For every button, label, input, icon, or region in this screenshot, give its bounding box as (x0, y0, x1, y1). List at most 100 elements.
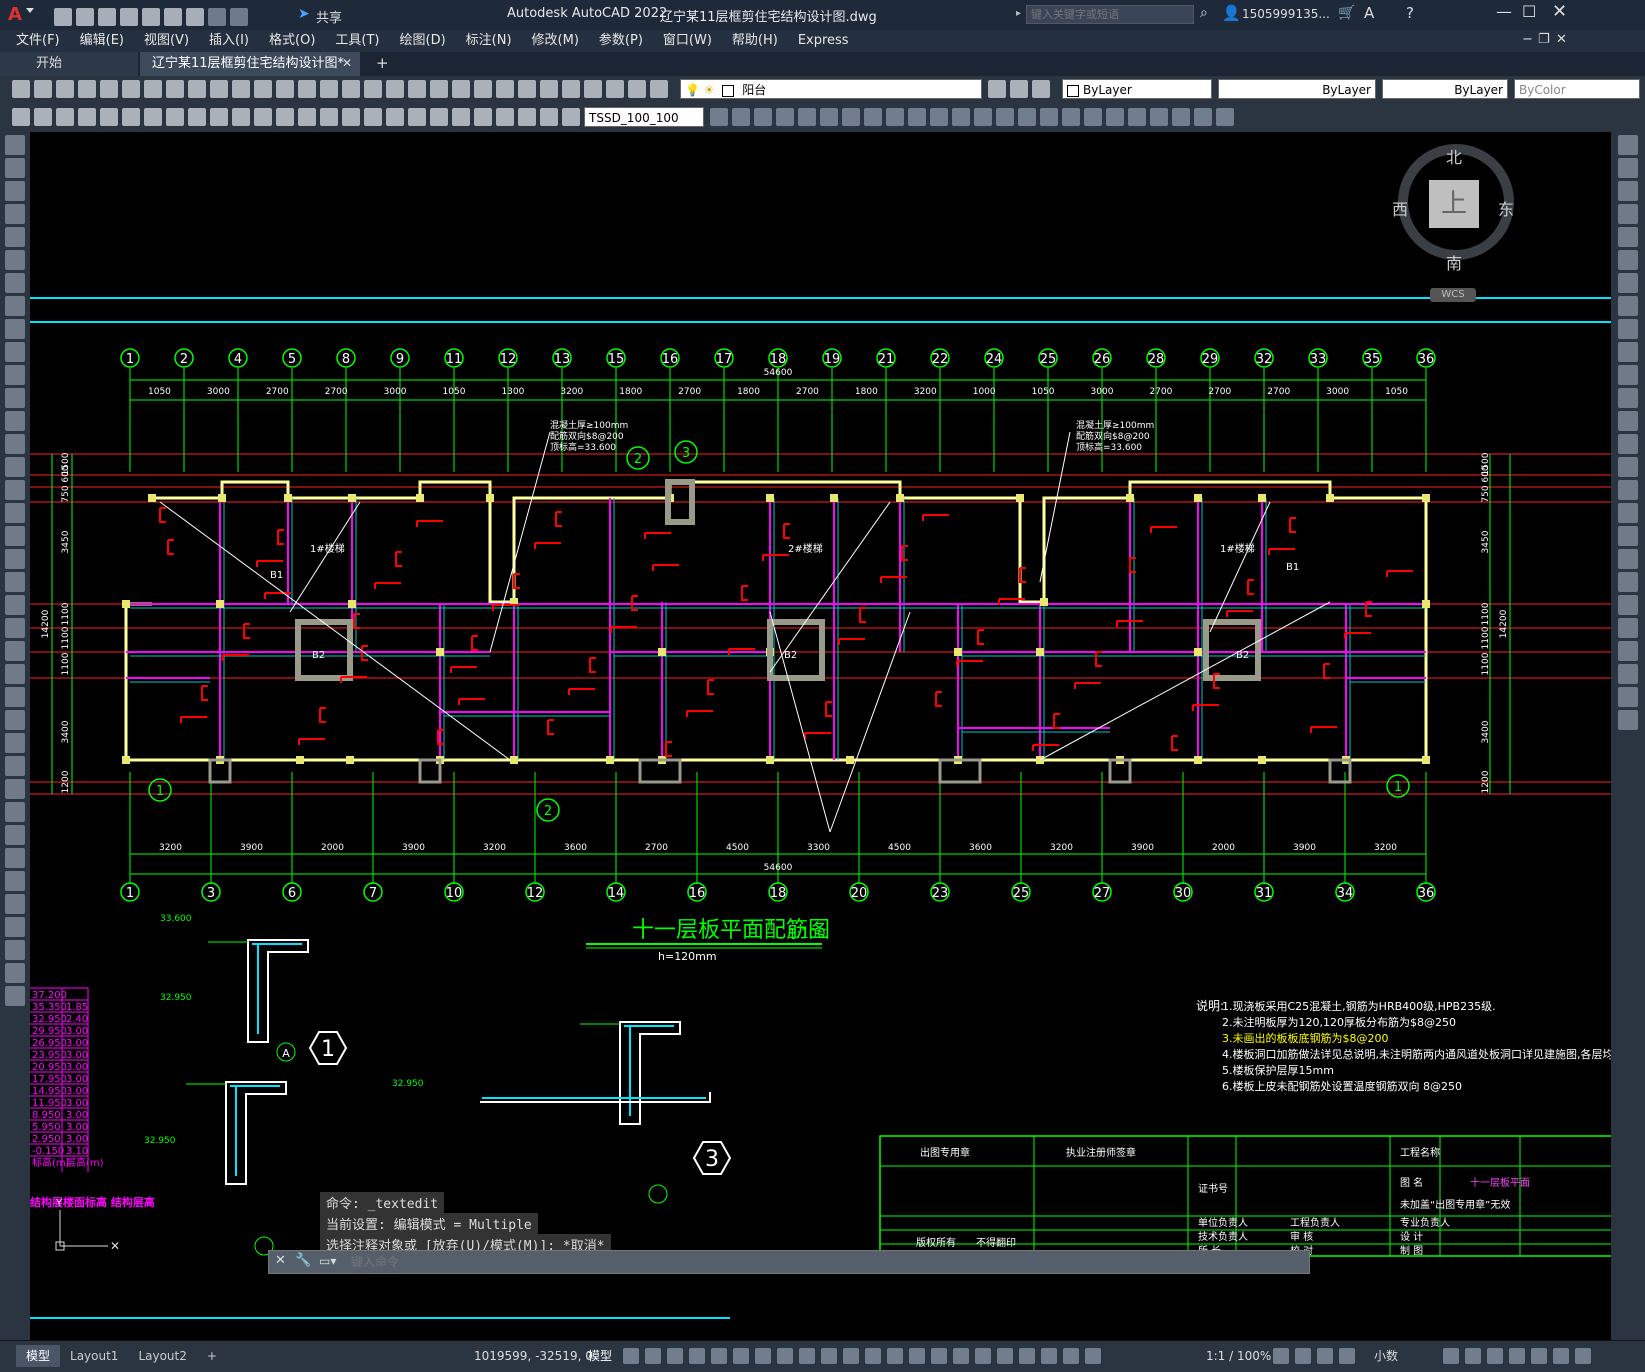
draw-tool-icon-26[interactable] (5, 733, 25, 753)
standard-tool-icon-25[interactable] (562, 80, 580, 98)
standard-tool-icon-6[interactable] (144, 80, 162, 98)
dim-tool-icon-17[interactable] (386, 108, 404, 126)
modify-tool-icon-8[interactable] (886, 108, 904, 126)
layout-tab-1[interactable]: Layout1 (60, 1345, 128, 1367)
standard-tool-icon-20[interactable] (452, 80, 470, 98)
status-toggle-icon-14[interactable] (931, 1348, 947, 1364)
draw-tool-icon-34[interactable] (5, 917, 25, 937)
draw-tool-icon-0[interactable] (5, 135, 25, 155)
standard-tool-icon-29[interactable] (650, 80, 668, 98)
draw-tool-icon-4[interactable] (5, 227, 25, 247)
coordinates-readout[interactable]: 1019599, -32519, 0 (468, 1341, 599, 1372)
modify-tool-icon-18[interactable] (1618, 549, 1638, 569)
modify-tool-icon-10[interactable] (930, 108, 948, 126)
model-space-toggle[interactable]: 模型 (582, 1341, 618, 1372)
menu-item-0[interactable]: 文件(F) (6, 30, 70, 52)
draw-tool-icon-16[interactable] (5, 503, 25, 523)
status-toggle-icon-17[interactable] (997, 1348, 1013, 1364)
draw-tool-icon-17[interactable] (5, 526, 25, 546)
lineweight-dropdown[interactable]: ByLayer (1382, 79, 1508, 99)
plotstyle-dropdown[interactable]: ByColor (1514, 79, 1640, 99)
status-toggle-icon-2[interactable] (667, 1348, 683, 1364)
standard-tool-icon-5[interactable] (122, 80, 140, 98)
standard-tool-icon-19[interactable] (430, 80, 448, 98)
dim-tool-icon-10[interactable] (232, 108, 250, 126)
linetype-dropdown[interactable]: ByLayer (1218, 79, 1376, 99)
modify-tool-icon-11[interactable] (1618, 388, 1638, 408)
dim-tool-icon-23[interactable] (518, 108, 536, 126)
autocad-logo[interactable]: A (8, 4, 22, 25)
doc-minimize-icon[interactable]: − (1522, 32, 1533, 47)
status-toggle-icon-0[interactable] (623, 1348, 639, 1364)
share-icon[interactable]: ➤ (298, 6, 310, 22)
status-toggle-icon-10[interactable] (843, 1348, 859, 1364)
modify-tool-icon-12[interactable] (1618, 411, 1638, 431)
status-toggle-icon-4[interactable] (711, 1348, 727, 1364)
standard-tool-icon-10[interactable] (232, 80, 250, 98)
modify-tool-icon-14[interactable] (1018, 108, 1036, 126)
draw-tool-icon-1[interactable] (5, 158, 25, 178)
status-toggle-icon-18[interactable] (1019, 1348, 1035, 1364)
menu-item-7[interactable]: 标注(N) (456, 30, 522, 52)
standard-tool-icon-0[interactable] (12, 80, 30, 98)
modify-tool-icon-10[interactable] (1618, 365, 1638, 385)
app-menu-chevron-icon[interactable] (26, 8, 34, 13)
modify-tool-icon-5[interactable] (1618, 250, 1638, 270)
standard-tool-icon-1[interactable] (34, 80, 52, 98)
close-icon[interactable]: ✕ (1552, 1, 1567, 22)
modify-tool-icon-12[interactable] (974, 108, 992, 126)
status-toggle-icon-21[interactable] (1085, 1348, 1101, 1364)
draw-tool-icon-9[interactable] (5, 342, 25, 362)
standard-tool-icon-18[interactable] (408, 80, 426, 98)
draw-tool-icon-2[interactable] (5, 181, 25, 201)
new-icon[interactable] (54, 8, 72, 26)
modify-tool-icon-23[interactable] (1216, 108, 1234, 126)
draw-tool-icon-36[interactable] (5, 963, 25, 983)
draw-tool-icon-13[interactable] (5, 434, 25, 454)
status-toggle-icon-5[interactable] (733, 1348, 749, 1364)
draw-tool-icon-37[interactable] (5, 986, 25, 1006)
color-dropdown[interactable]: ByLayer (1062, 79, 1212, 99)
tab-active-drawing[interactable]: 辽宁某11层框剪住宅结构设计图* (140, 52, 360, 76)
status-toggle-icon-8[interactable] (799, 1348, 815, 1364)
standard-tool-icon-13[interactable] (298, 80, 316, 98)
standard-tool-icon-24[interactable] (540, 80, 558, 98)
status-toggle-icon-15[interactable] (953, 1348, 969, 1364)
modify-tool-icon-20[interactable] (1618, 595, 1638, 615)
tab-close-icon[interactable]: ✕ (342, 56, 352, 70)
viewcube-north[interactable]: 北 (1446, 144, 1462, 168)
modify-tool-icon-7[interactable] (1618, 296, 1638, 316)
dim-tool-icon-22[interactable] (496, 108, 514, 126)
modify-tool-icon-6[interactable] (1618, 273, 1638, 293)
modify-tool-icon-19[interactable] (1128, 108, 1146, 126)
dim-tool-icon-18[interactable] (408, 108, 426, 126)
layer-properties-icon[interactable] (988, 80, 1006, 98)
draw-tool-icon-8[interactable] (5, 319, 25, 339)
maximize-icon[interactable]: ☐ (1522, 2, 1536, 21)
dim-tool-icon-4[interactable] (100, 108, 118, 126)
menu-item-5[interactable]: 工具(T) (325, 30, 389, 52)
status-toggle-icon-1[interactable] (645, 1348, 661, 1364)
help-icon[interactable]: ? (1406, 4, 1414, 22)
menu-item-4[interactable]: 格式(O) (259, 30, 325, 52)
standard-tool-icon-17[interactable] (386, 80, 404, 98)
standard-tool-icon-11[interactable] (254, 80, 272, 98)
command-close-icon[interactable]: ✕ (275, 1253, 286, 1268)
status-toggle-icon-9[interactable] (821, 1348, 837, 1364)
modify-tool-icon-13[interactable] (1618, 434, 1638, 454)
standard-tool-icon-16[interactable] (364, 80, 382, 98)
autodesk-a360-icon[interactable]: A (1364, 4, 1374, 22)
draw-tool-icon-28[interactable] (5, 779, 25, 799)
wcs-menu[interactable]: WCS (1430, 288, 1476, 302)
draw-tool-icon-10[interactable] (5, 365, 25, 385)
viewcube-west[interactable]: 西 (1392, 196, 1408, 220)
menu-item-12[interactable]: Express (788, 30, 859, 52)
status-misc-icon-6[interactable] (1575, 1348, 1591, 1364)
undo-icon[interactable] (186, 8, 204, 26)
status-toggle-icon-13[interactable] (909, 1348, 925, 1364)
make-current-layer-icon[interactable] (1010, 80, 1028, 98)
search-icon[interactable]: ⌕ (1200, 5, 1208, 21)
status-toggle-icon-3[interactable] (689, 1348, 705, 1364)
draw-tool-icon-7[interactable] (5, 296, 25, 316)
standard-tool-icon-26[interactable] (584, 80, 602, 98)
